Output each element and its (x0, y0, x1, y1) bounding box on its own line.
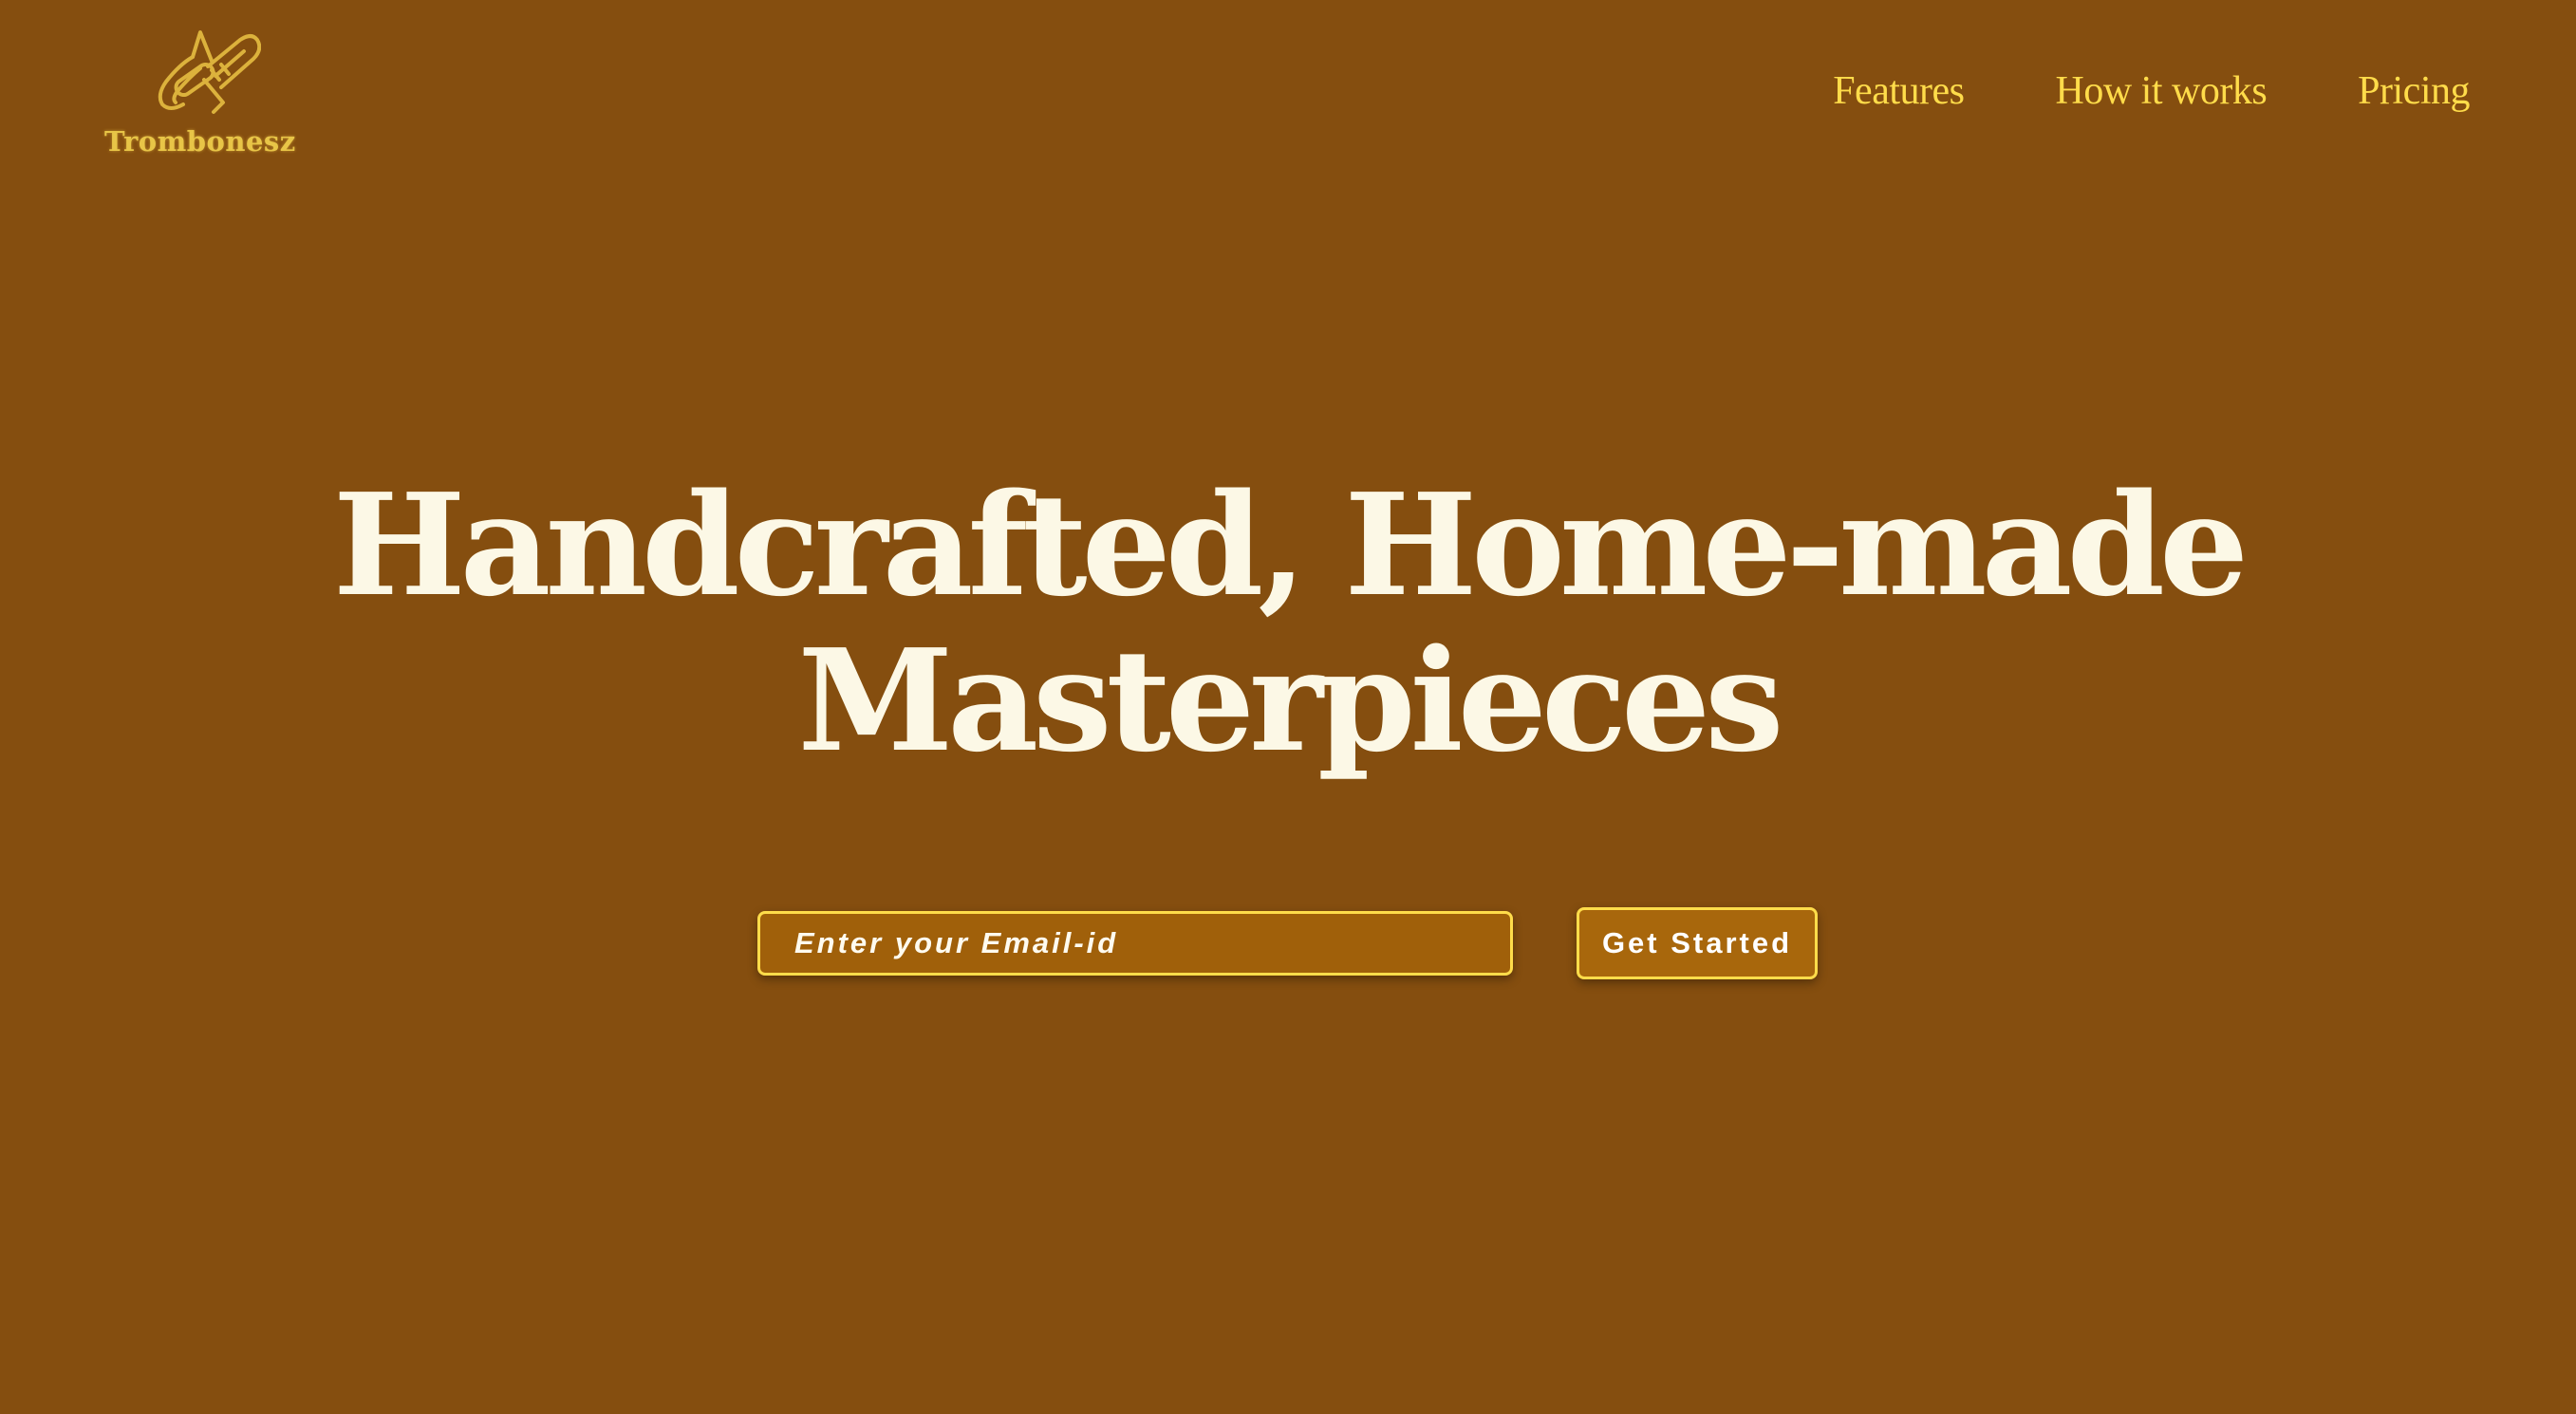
nav-link-how-it-works[interactable]: How it works (2056, 68, 2268, 114)
hero-title-line-2: Masterpieces (797, 618, 1783, 783)
get-started-button[interactable]: Get Started (1577, 907, 1818, 979)
hero-title: Handcrafted, Home-made Masterpieces (0, 467, 2576, 778)
brand-logo[interactable]: Trombonesz (104, 23, 296, 175)
trombone-icon (158, 30, 261, 114)
nav-link-pricing[interactable]: Pricing (2358, 68, 2470, 114)
hero-title-line-1: Handcrafted, Home-made (332, 462, 2249, 627)
main-nav: Features How it works Pricing (1833, 68, 2470, 114)
nav-link-features[interactable]: Features (1833, 68, 1965, 114)
email-input[interactable] (757, 911, 1513, 976)
brand-name: Trombonesz (104, 125, 296, 158)
